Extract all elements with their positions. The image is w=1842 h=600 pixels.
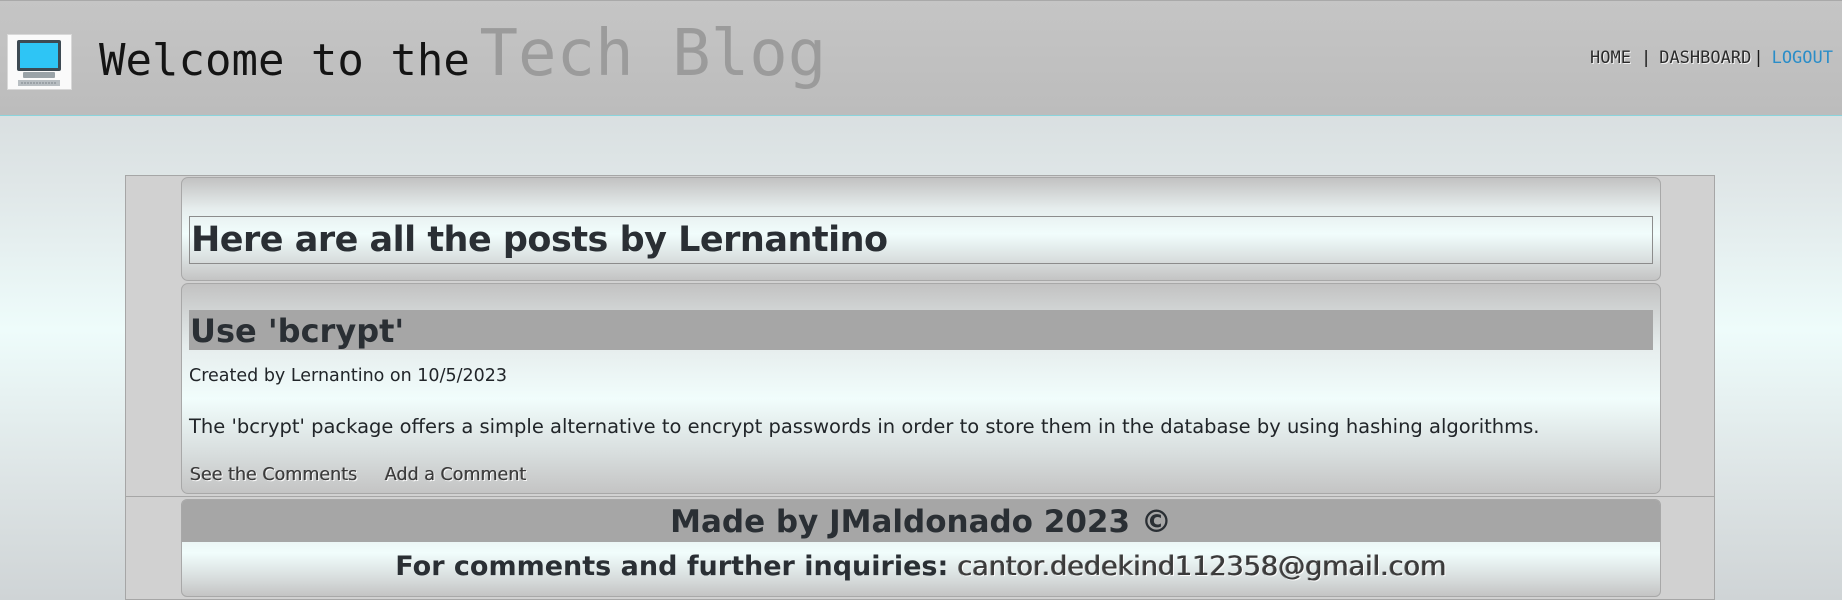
- nav-logout-link[interactable]: LOGOUT: [1772, 48, 1833, 68]
- nav-home-link[interactable]: HOME: [1590, 48, 1631, 68]
- add-comment-link[interactable]: Add a Comment: [385, 465, 526, 485]
- post-meta: Created by Lernantino on 10/5/2023: [189, 366, 508, 386]
- main-container: Here are all the posts by Lernantino Use…: [125, 175, 1715, 600]
- post-title[interactable]: Use 'bcrypt': [189, 310, 1653, 350]
- main-nav: HOME | DASHBOARD | LOGOUT: [1590, 48, 1833, 68]
- site-logo[interactable]: [7, 34, 72, 90]
- computer-monitor-icon: [17, 40, 61, 86]
- page-title: Here are all the posts by Lernantino: [189, 216, 1653, 264]
- site-footer: Made by JMaldonado 2023 © For comments a…: [181, 499, 1661, 597]
- footer-email-link[interactable]: cantor.dedekind112358@gmail.com: [958, 551, 1447, 582]
- posts-heading-card: Here are all the posts by Lernantino: [181, 177, 1661, 281]
- nav-dashboard-link[interactable]: DASHBOARD: [1659, 48, 1751, 68]
- see-comments-link[interactable]: See the Comments: [190, 465, 357, 485]
- nav-separator: |: [1640, 48, 1652, 68]
- site-header: Welcome to the Tech Blog HOME | DASHBOARD |…: [0, 0, 1842, 116]
- post-card: Use 'bcrypt' Created by Lernantino on 10…: [181, 283, 1661, 494]
- title-brand: Tech Blog: [479, 17, 827, 91]
- nav-separator: |: [1753, 48, 1764, 68]
- site-title: Welcome to the Tech Blog: [99, 17, 826, 91]
- post-body: The 'bcrypt' package offers a simple alt…: [189, 415, 1540, 438]
- divider: [126, 496, 1714, 497]
- title-welcome: Welcome to the: [99, 35, 470, 86]
- post-actions: See the Comments Add a Comment: [190, 465, 526, 485]
- footer-contact-label: For comments and further inquiries:: [395, 551, 958, 582]
- footer-credit: Made by JMaldonado 2023 ©: [182, 500, 1660, 542]
- footer-contact: For comments and further inquiries: cant…: [182, 551, 1660, 582]
